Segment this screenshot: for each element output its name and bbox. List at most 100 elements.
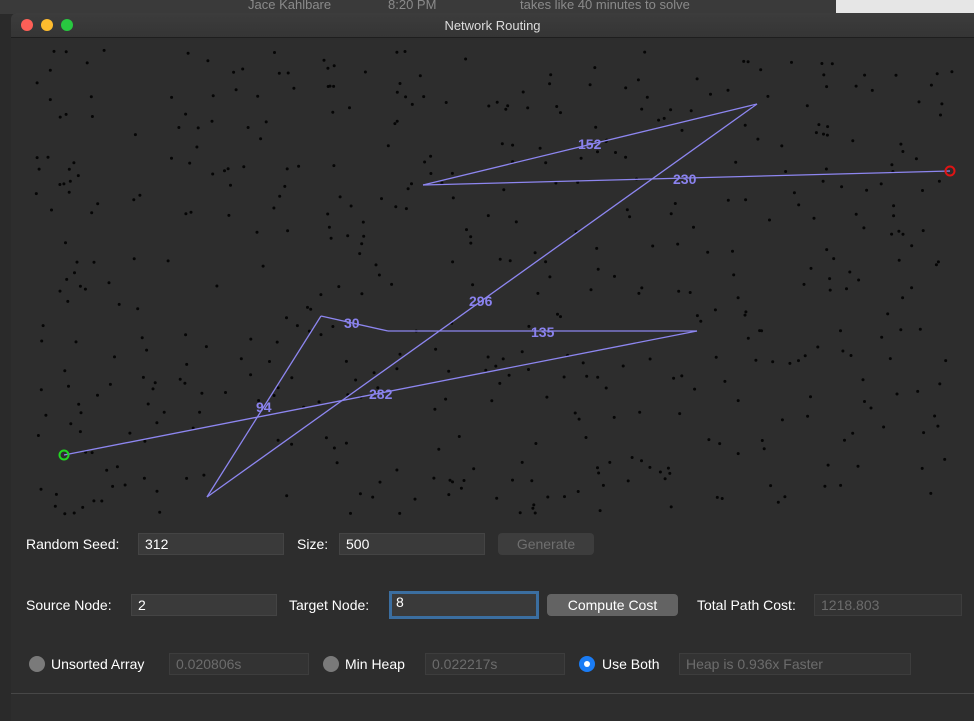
compute-cost-button[interactable]: Compute Cost (547, 594, 678, 616)
size-input[interactable]: 500 (339, 533, 485, 555)
graph-node (589, 288, 593, 292)
graph-node (805, 104, 809, 108)
graph-node (64, 112, 68, 116)
graph-node (204, 345, 208, 349)
use-both-label[interactable]: Use Both (602, 656, 660, 672)
unsorted-array-label[interactable]: Unsorted Array (51, 656, 144, 672)
graph-node (511, 143, 515, 147)
graph-node (897, 258, 901, 262)
graph-node (861, 378, 865, 382)
graph-node (227, 213, 231, 217)
graph-node (901, 232, 905, 236)
title-bar[interactable]: Network Routing (11, 13, 974, 38)
graph-node (76, 174, 80, 178)
graph-node (232, 70, 236, 74)
graph-node (666, 466, 670, 470)
graph-node (584, 436, 588, 439)
min-heap-time-output: 0.022217s (425, 653, 565, 675)
graph-node (319, 333, 323, 337)
graph-node (863, 400, 866, 403)
graph-node (936, 424, 940, 428)
graph-node (133, 133, 137, 137)
graph-node (533, 251, 537, 255)
graph-node (327, 225, 331, 229)
random-seed-label: Random Seed: (26, 536, 120, 552)
graph-node (349, 204, 353, 208)
graph-node (625, 208, 629, 212)
graph-node (824, 167, 828, 171)
graph-node (500, 142, 504, 146)
graph-node (783, 495, 787, 499)
graph-node (92, 260, 96, 264)
graph-node (935, 72, 939, 76)
graph-node (559, 111, 562, 115)
graph-node (374, 263, 378, 267)
graph-node (403, 50, 407, 53)
min-heap-radio[interactable] (323, 656, 339, 672)
graph-node (648, 357, 652, 361)
graph-node (934, 263, 938, 267)
graph-node (899, 328, 903, 332)
graph-node (62, 182, 66, 186)
graph-node (920, 466, 924, 470)
graph-node (378, 480, 382, 484)
graph-node (67, 384, 70, 388)
graph-node (759, 68, 763, 72)
source-node-input[interactable]: 2 (131, 594, 277, 616)
graph-node (863, 73, 867, 77)
graph-node (651, 244, 655, 248)
graph-node (136, 307, 140, 311)
graph-node (295, 324, 299, 328)
graph-node (596, 267, 600, 271)
graph-node (41, 324, 45, 328)
graph-node (326, 212, 330, 216)
graph-node (862, 226, 866, 230)
graph-node (577, 417, 581, 421)
graph-node (484, 368, 488, 372)
graph-node (362, 234, 366, 238)
graph-node (404, 95, 408, 99)
graph-node (669, 108, 673, 112)
graph-node (264, 120, 268, 124)
graph-node (856, 464, 860, 468)
graph-node (527, 368, 530, 371)
graph-node (865, 188, 869, 192)
graph-node (826, 125, 830, 129)
graph-node (943, 457, 947, 461)
random-seed-input[interactable]: 312 (138, 533, 284, 555)
graph-node (588, 83, 592, 87)
graph-node (410, 182, 413, 186)
graph-node (37, 167, 41, 171)
graph-node (621, 364, 625, 368)
target-node-input[interactable]: 8 (389, 591, 539, 619)
graph-node (72, 511, 76, 515)
graph-node (680, 128, 684, 132)
use-both-radio[interactable] (579, 656, 595, 672)
graph-node (933, 414, 937, 418)
graph-node (548, 275, 552, 279)
graph-node (283, 184, 287, 188)
graph-node (395, 367, 399, 371)
graph-node (272, 206, 276, 210)
graph-node (823, 484, 827, 488)
graph-node (743, 123, 747, 127)
graph-node (215, 284, 219, 288)
generate-button[interactable]: Generate (498, 533, 594, 555)
graph-node (418, 74, 422, 78)
unsorted-array-radio[interactable] (29, 656, 45, 672)
graph-node (832, 257, 836, 261)
min-heap-label[interactable]: Min Heap (345, 656, 405, 672)
graph-node (332, 446, 336, 450)
graph-node (662, 116, 666, 120)
graph-node (309, 307, 313, 311)
graph-node (648, 465, 652, 469)
graph-node (637, 291, 641, 295)
network-graph-canvas[interactable]: 152 230 296 30 135 94 282 (11, 38, 974, 526)
graph-node (344, 441, 348, 445)
graph-node (286, 71, 290, 75)
graph-node (337, 285, 341, 289)
graph-node (688, 291, 692, 294)
graph-node (54, 492, 58, 496)
graph-node (319, 293, 323, 297)
graph-node (797, 203, 801, 207)
